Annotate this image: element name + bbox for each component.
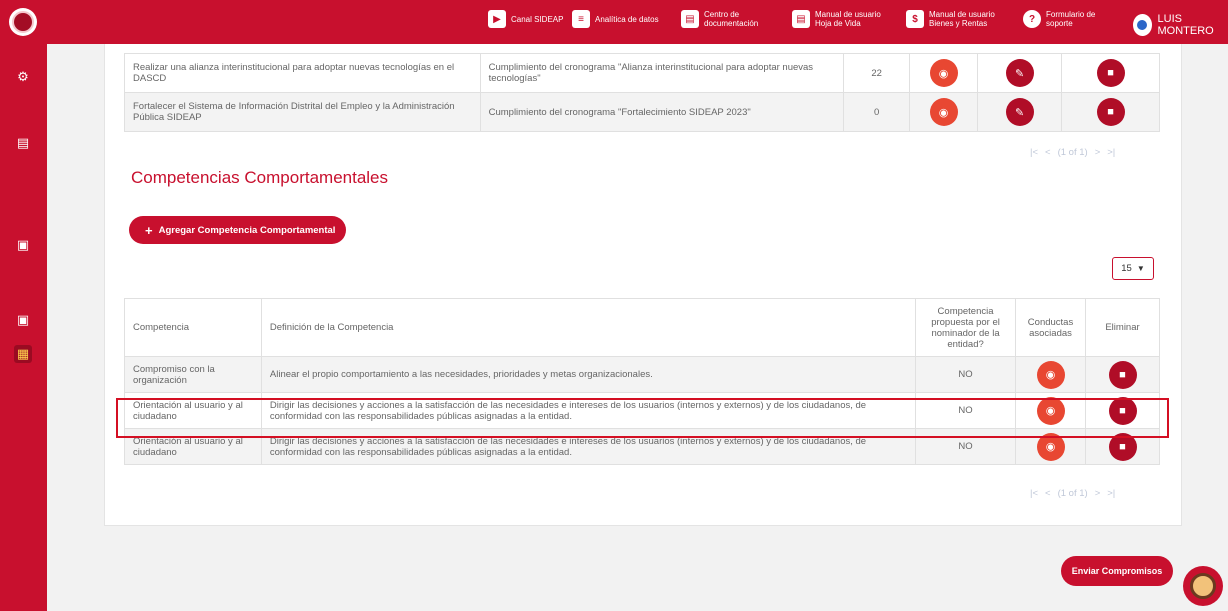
section-title: Competencias Comportamentales <box>131 168 389 187</box>
docs-icon: ▤ <box>681 10 699 28</box>
trash-icon[interactable]: ■ <box>1096 98 1125 126</box>
manual-icon: ▤ <box>792 10 810 28</box>
first-page-button[interactable]: |< <box>1030 488 1038 499</box>
view-icon[interactable]: ◉ <box>929 59 958 87</box>
manual-hoja-vida-label: Manual de usuario Hoja de Vida <box>815 10 881 28</box>
folder-icon[interactable]: ▤ <box>14 134 32 152</box>
formulario-soporte-label: Formulario de soporte <box>1046 10 1096 28</box>
chevron-down-icon: ▼ <box>1136 264 1145 273</box>
analitica-label: Analítica de datos <box>595 14 659 24</box>
add-competencia-label: Agregar Competencia Comportamental <box>158 224 336 236</box>
competencia-propuesta: NO <box>915 356 1017 393</box>
edit-icon[interactable]: ✎ <box>1005 59 1034 87</box>
canal-sideap-link[interactable]: ▶ Canal SIDEAP <box>488 10 563 28</box>
settings-icon[interactable]: ⚙ <box>14 68 32 86</box>
next-page-button[interactable]: > <box>1095 488 1101 499</box>
plus-icon: + <box>145 222 153 238</box>
competencia-name: Compromiso con la organización <box>124 356 262 393</box>
calendar-icon[interactable]: ▦ <box>14 345 32 363</box>
goal-meta: Cumplimiento del cronograma "Fortalecimi… <box>479 92 845 132</box>
table-row: Compromiso con la organización Alinear e… <box>124 356 1160 393</box>
last-page-button[interactable]: >| <box>1107 147 1115 158</box>
next-page-button[interactable]: > <box>1095 147 1101 158</box>
document2-icon[interactable]: ▣ <box>14 311 32 329</box>
manual-hoja-vida-link[interactable]: ▤ Manual de usuario Hoja de Vida <box>792 10 881 28</box>
page-status: (1 of 1) <box>1057 488 1088 499</box>
help-icon: ? <box>1023 10 1041 28</box>
document-icon[interactable]: ▣ <box>14 236 32 254</box>
goal-activity: Fortalecer el Sistema de Información Dis… <box>124 92 481 132</box>
user-menu[interactable]: LUIS MONTERO <box>1133 13 1228 37</box>
manual-bienes-label: Manual de usuario Bienes y Rentas <box>929 10 995 28</box>
sidebar: ⚙ ▤ ▣ ▣ ▦ <box>0 0 47 611</box>
goal-activity: Realizar una alianza interinstitucional … <box>124 53 481 93</box>
last-page-button[interactable]: >| <box>1107 488 1115 499</box>
col-header-propuesta: Competencia propuesta por el nominador d… <box>915 298 1017 357</box>
goals-paginator: |< < (1 of 1) > >| <box>1030 147 1115 158</box>
canal-sideap-label: Canal SIDEAP <box>511 14 564 24</box>
user-name: LUIS MONTERO <box>1157 13 1214 37</box>
competencias-paginator: |< < (1 of 1) > >| <box>1030 488 1115 499</box>
formulario-soporte-link[interactable]: ? Formulario de soporte <box>1023 10 1095 28</box>
edit-icon[interactable]: ✎ <box>1005 98 1034 126</box>
trash-icon[interactable]: ■ <box>1096 59 1125 87</box>
table-header-row: Competencia Definición de la Competencia… <box>124 298 1160 357</box>
col-header-eliminar: Eliminar <box>1085 298 1160 357</box>
video-icon: ▶ <box>488 10 506 28</box>
row-highlight <box>116 398 1169 438</box>
trash-icon[interactable]: ■ <box>1108 360 1137 389</box>
top-bar: ▶ Canal SIDEAP ≡ Analítica de datos ▤ Ce… <box>0 0 1228 44</box>
table-row: Fortalecer el Sistema de Información Dis… <box>124 92 1160 132</box>
col-header-conductas: Conductas asociadas <box>1015 298 1086 357</box>
chat-assistant-icon[interactable] <box>1183 566 1223 606</box>
view-conductas-icon[interactable]: ◉ <box>1036 360 1065 389</box>
goal-value: 0 <box>843 92 911 132</box>
centro-documentacion-link[interactable]: ▤ Centro de documentación <box>681 10 758 28</box>
page-size-select[interactable]: 15 ▼ <box>1112 257 1154 280</box>
competencias-table: Competencia Definición de la Competencia… <box>124 298 1160 465</box>
goal-meta: Cumplimiento del cronograma "Alianza int… <box>479 53 845 93</box>
avatar <box>1133 14 1152 36</box>
col-header-competencia[interactable]: Competencia <box>124 298 262 357</box>
prev-page-button[interactable]: < <box>1045 147 1051 158</box>
manual-bienes-link[interactable]: $ Manual de usuario Bienes y Rentas <box>906 10 995 28</box>
page-status: (1 of 1) <box>1057 147 1088 158</box>
add-competencia-button[interactable]: + Agregar Competencia Comportamental <box>129 216 346 244</box>
first-page-button[interactable]: |< <box>1030 147 1038 158</box>
competencia-definition: Alinear el propio comportamiento a las n… <box>260 356 917 393</box>
enviar-compromisos-button[interactable]: Enviar Compromisos <box>1061 556 1173 586</box>
goal-value: 22 <box>843 53 911 93</box>
page-size-value: 15 <box>1121 263 1132 274</box>
manual2-icon: $ <box>906 10 924 28</box>
analitica-link[interactable]: ≡ Analítica de datos <box>572 10 659 28</box>
centro-documentacion-label: Centro de documentación <box>704 10 759 28</box>
prev-page-button[interactable]: < <box>1045 488 1051 499</box>
col-header-definicion[interactable]: Definición de la Competencia <box>260 298 917 357</box>
goals-table: Realizar una alianza interinstitucional … <box>124 53 1160 132</box>
logo <box>9 8 37 36</box>
analytics-icon: ≡ <box>572 10 590 28</box>
table-row: Realizar una alianza interinstitucional … <box>124 53 1160 93</box>
view-icon[interactable]: ◉ <box>929 98 958 126</box>
